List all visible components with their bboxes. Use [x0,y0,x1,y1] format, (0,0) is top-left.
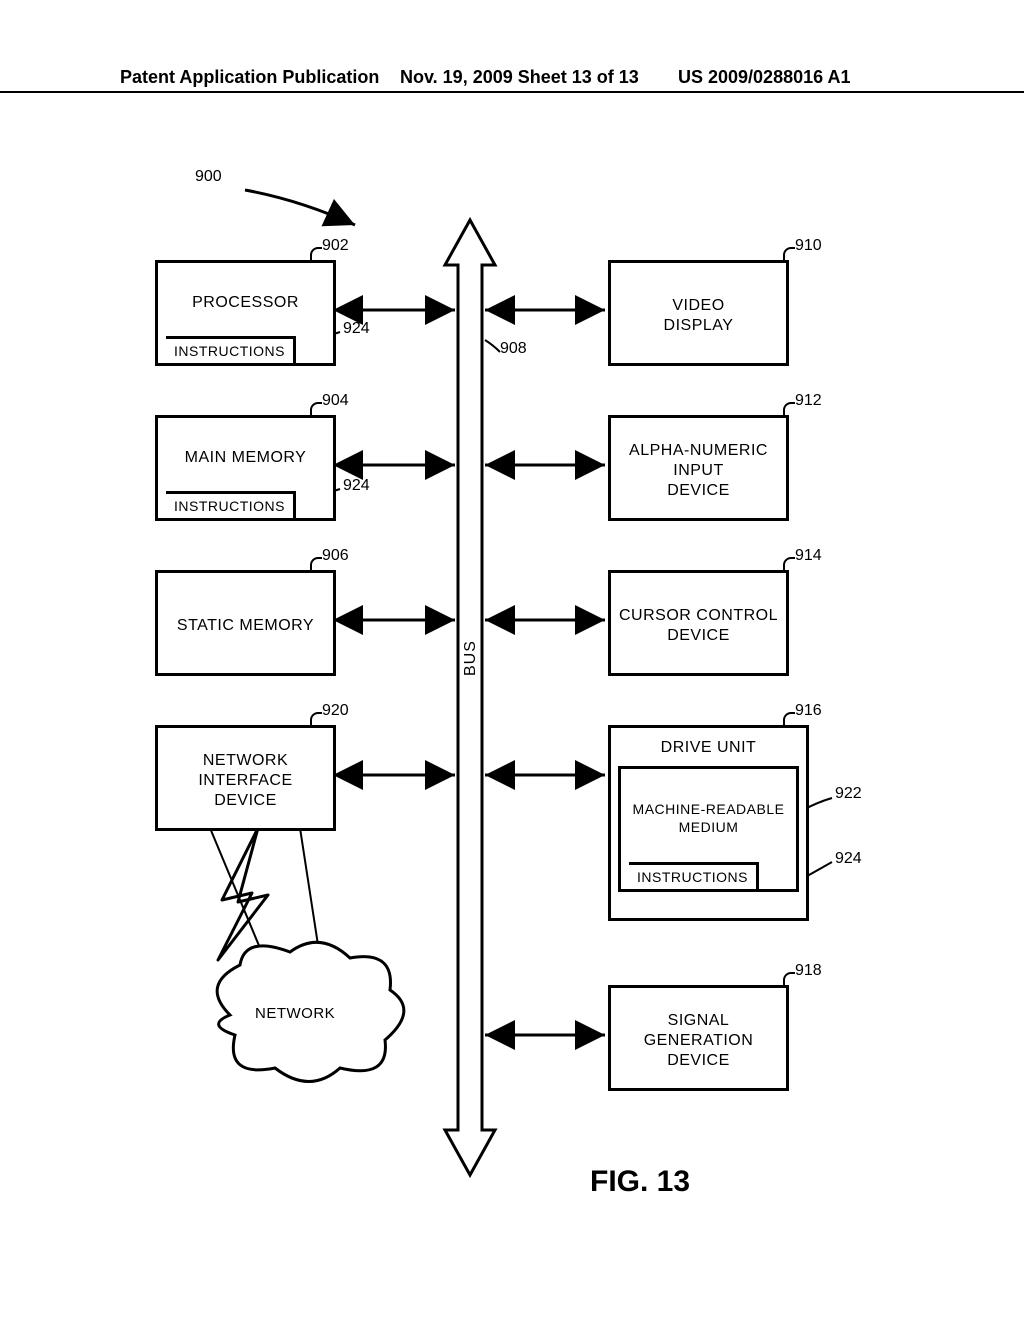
ref-920: 920 [322,702,349,720]
inner-instructions-mainmem: INSTRUCTIONS [166,491,296,518]
ref-922: 922 [835,785,862,803]
inner-instructions-processor: INSTRUCTIONS [166,336,296,363]
inner-instructions-drive: INSTRUCTIONS [629,862,759,889]
header-right: US 2009/0288016 A1 [678,67,850,88]
box-main-memory: MAIN MEMORY INSTRUCTIONS [155,415,336,521]
ref-908: 908 [500,340,527,358]
header-middle: Nov. 19, 2009 Sheet 13 of 13 [400,67,639,88]
ref-904: 904 [322,392,349,410]
label-video-display: VIDEO DISPLAY [660,263,738,363]
leader-908 [485,340,500,352]
box-mr-medium: MACHINE-READABLE MEDIUM INSTRUCTIONS [618,766,799,892]
ref-918: 918 [795,962,822,980]
label-alpha-input: ALPHA-NUMERIC INPUT DEVICE [625,418,772,518]
ref-916: 916 [795,702,822,720]
label-signal-gen: SIGNAL GENERATION DEVICE [640,988,758,1088]
label-network: NETWORK [255,1005,335,1022]
box-signal-gen: SIGNAL GENERATION DEVICE [608,985,789,1091]
ref-906: 906 [322,547,349,565]
box-video-display: VIDEO DISPLAY [608,260,789,366]
page: Patent Application Publication Nov. 19, … [0,0,1024,1320]
ref-924a: 924 [343,320,370,338]
figure-caption: FIG. 13 [590,1165,690,1199]
ref-902: 902 [322,237,349,255]
ref-910: 910 [795,237,822,255]
box-cursor-control: CURSOR CONTROL DEVICE [608,570,789,676]
label-drive-unit: DRIVE UNIT [657,728,761,766]
label-cursor-control: CURSOR CONTROL DEVICE [615,573,782,673]
box-processor: PROCESSOR INSTRUCTIONS [155,260,336,366]
diagram-overlay [0,0,1024,1320]
arrow-900 [245,190,355,225]
ref-912: 912 [795,392,822,410]
box-alpha-input: ALPHA-NUMERIC INPUT DEVICE [608,415,789,521]
box-drive-unit: DRIVE UNIT MACHINE-READABLE MEDIUM INSTR… [608,725,809,921]
ref-924c: 924 [835,850,862,868]
header-left: Patent Application Publication [120,67,379,88]
bus-label: BUS [462,640,480,676]
label-processor: PROCESSOR [188,263,303,336]
page-header: Patent Application Publication Nov. 19, … [0,85,1024,93]
ref-924b: 924 [343,477,370,495]
ref-900: 900 [195,168,222,186]
label-main-memory: MAIN MEMORY [181,418,311,491]
label-network-interface: NETWORK INTERFACE DEVICE [194,728,296,828]
box-static-memory: STATIC MEMORY [155,570,336,676]
nid-net-line-2 [300,828,320,958]
label-mr-medium: MACHINE-READABLE MEDIUM [629,769,789,862]
box-network-interface: NETWORK INTERFACE DEVICE [155,725,336,831]
bus-shape [445,220,495,1175]
nid-net-line-1 [210,828,265,960]
ref-914: 914 [795,547,822,565]
lightning-bolt [218,828,268,960]
label-static-memory: STATIC MEMORY [173,573,318,673]
